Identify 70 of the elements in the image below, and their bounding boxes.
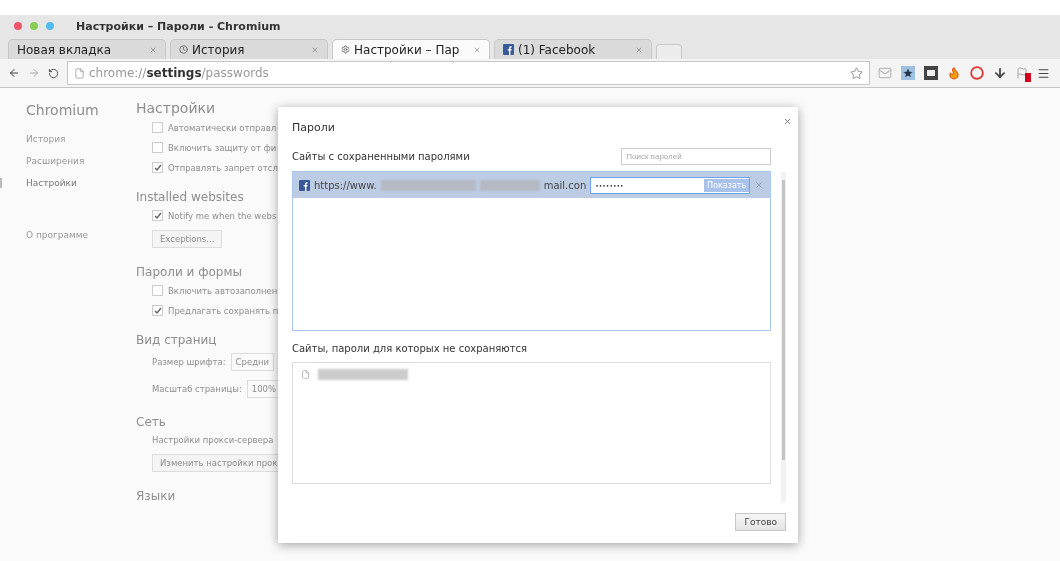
forward-icon[interactable] <box>28 67 40 79</box>
maximize-window-icon[interactable] <box>46 22 54 30</box>
dark-square-icon[interactable] <box>924 66 938 80</box>
page-icon <box>301 370 310 379</box>
minimize-window-icon[interactable] <box>30 22 38 30</box>
close-icon[interactable] <box>311 45 319 54</box>
facebook-icon <box>299 179 310 191</box>
section-heading: Сайты, пароли для которых не сохраняются <box>292 343 529 354</box>
address-bar[interactable]: chrome://settings/passwords <box>67 61 870 85</box>
flag-icon[interactable] <box>1016 67 1028 79</box>
section-heading: Сеть <box>136 415 167 429</box>
browser-tab[interactable]: Новая вкладка <box>8 39 166 59</box>
checkbox[interactable] <box>152 210 163 221</box>
facebook-icon <box>503 44 514 55</box>
checkbox-label: Отправлять запрет отсл <box>168 162 278 173</box>
close-window-icon[interactable] <box>14 22 22 30</box>
window-title: Настройки – Пароли - Chromium <box>76 19 281 33</box>
site-url: mail.con <box>543 179 587 191</box>
sidebar-item[interactable]: О программе <box>0 230 136 240</box>
page-icon <box>74 67 85 79</box>
sidebar-item[interactable]: Настройки <box>0 178 136 188</box>
checkbox-label: Включить защиту от фи <box>168 142 277 153</box>
checkbox-label: Включить автозаполнен <box>168 285 278 296</box>
mail-icon[interactable] <box>878 66 892 80</box>
close-icon[interactable] <box>473 45 481 54</box>
checkbox[interactable] <box>152 285 163 296</box>
sidebar-title: Chromium <box>26 102 100 118</box>
dropdown[interactable]: Средни <box>230 353 275 371</box>
site-url: https://www. <box>314 179 377 191</box>
checkbox-label: Notify me when the webs <box>168 210 277 221</box>
new-tab-button[interactable] <box>656 44 682 59</box>
section-heading: Языки <box>136 489 177 503</box>
checkbox[interactable] <box>152 305 163 316</box>
section-heading: Вид страниц <box>136 333 218 347</box>
page-title: Настройки <box>136 100 217 116</box>
close-icon[interactable] <box>635 45 643 54</box>
checkbox[interactable] <box>152 142 163 153</box>
reload-icon[interactable] <box>48 67 59 79</box>
sidebar-item[interactable]: Расширения <box>0 156 136 166</box>
done-button[interactable]: Готово <box>735 513 786 531</box>
ring-icon[interactable] <box>970 66 984 80</box>
back-icon[interactable] <box>8 67 20 79</box>
star-icon[interactable] <box>850 66 863 80</box>
delete-icon[interactable] <box>754 180 765 190</box>
close-button[interactable] <box>783 117 792 126</box>
field-label: Масштаб страницы: <box>152 384 242 394</box>
settings-button[interactable]: Exceptions... <box>152 230 223 248</box>
browser-tab[interactable]: (1) Facebook <box>494 39 652 59</box>
flame-icon[interactable] <box>947 66 961 80</box>
checkbox[interactable] <box>152 162 163 173</box>
redacted-block <box>479 179 540 191</box>
scrollbar[interactable] <box>781 172 786 502</box>
clock-icon <box>179 45 188 54</box>
menu-icon[interactable] <box>1037 66 1050 80</box>
browser-tab[interactable]: История <box>170 39 328 59</box>
search-field[interactable]: Поиск паролей <box>621 148 772 165</box>
close-icon[interactable] <box>149 45 157 54</box>
sidebar-item[interactable]: История <box>0 134 136 144</box>
dialog-title: Пароли <box>292 121 336 134</box>
section-heading: Installed websites <box>136 190 245 204</box>
section-heading: Сайты с сохраненными паролями <box>292 151 470 162</box>
setting-note: Настройки прокси-сервера <box>152 435 274 445</box>
section-heading: Пароли и формы <box>136 265 243 279</box>
browser-tab[interactable]: Настройки – Пар <box>332 39 490 59</box>
checkbox-label: Автоматически отправл <box>168 122 277 133</box>
checkbox-label: Предлагать сохранять п <box>168 305 279 316</box>
star-box-icon[interactable] <box>901 66 915 80</box>
field-label: Размер шрифта: <box>152 357 226 367</box>
gear-icon <box>341 45 350 54</box>
checkbox[interactable] <box>152 122 163 133</box>
